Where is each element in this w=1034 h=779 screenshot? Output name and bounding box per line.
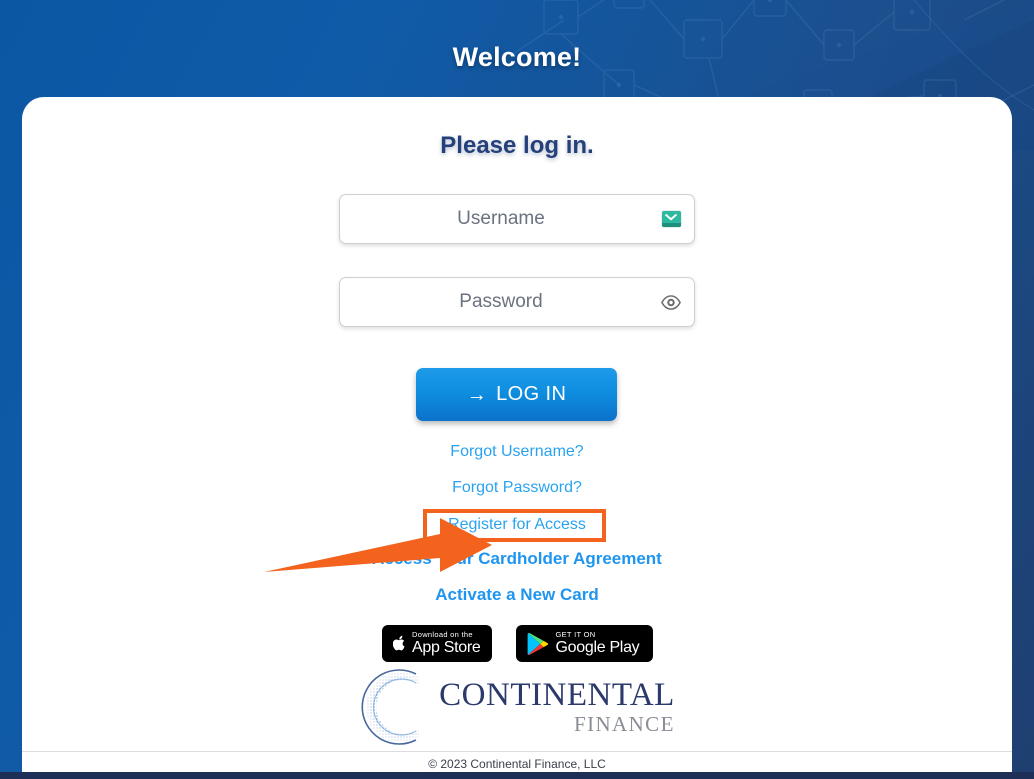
password-input[interactable]: [340, 278, 694, 326]
arrow-right-icon: →: [466, 383, 488, 406]
login-heading: Please log in.: [440, 132, 594, 159]
logo-company-subtitle: FINANCE: [574, 712, 675, 736]
autofill-chevron-icon: [665, 214, 677, 221]
bottom-accent-bar: [0, 772, 1034, 779]
login-page: Welcome! Please log in. Username → LOG I…: [0, 0, 1034, 779]
google-play-triangle-icon: [527, 632, 548, 655]
app-store-badge-top: Download on the: [412, 629, 473, 639]
copyright-text: © 2023 Continental Finance, LLC: [428, 757, 606, 771]
app-store-badges: Download on the App Store GET IT ON Goog…: [22, 625, 1012, 662]
login-button-label: LOG IN: [496, 383, 567, 405]
logo-company-name: CONTINENTAL: [439, 677, 675, 713]
username-input[interactable]: [340, 195, 694, 243]
forgot-username-link[interactable]: Forgot Username?: [22, 443, 1012, 461]
login-card: Please log in. Username → LOG IN Forgot …: [22, 97, 1012, 779]
cardholder-agreement-link[interactable]: Access Your Cardholder Agreement: [22, 549, 1012, 569]
register-for-access-link[interactable]: Register for Access: [22, 516, 1012, 534]
google-play-badge-top: GET IT ON: [555, 629, 596, 639]
continental-finance-logo: CONTINENTAL FINANCE: [22, 667, 1012, 747]
activate-card-link[interactable]: Activate a New Card: [22, 585, 1012, 605]
google-play-badge-main: Google Play: [555, 639, 640, 657]
forgot-password-link[interactable]: Forgot Password?: [22, 479, 1012, 497]
footer-divider: [22, 751, 1012, 752]
login-button[interactable]: → LOG IN: [416, 368, 617, 421]
page-header: Welcome!: [0, 0, 1034, 150]
google-play-badge[interactable]: GET IT ON Google Play: [515, 625, 653, 662]
app-store-badge[interactable]: Download on the App Store: [381, 625, 492, 662]
password-field-wrapper[interactable]: [339, 277, 695, 327]
globe-sphere-icon: [361, 669, 420, 745]
page-title: Welcome!: [452, 42, 582, 72]
apple-logo-icon: [392, 635, 405, 651]
autofill-envelope-icon[interactable]: [660, 208, 682, 230]
username-field-wrapper[interactable]: [339, 194, 695, 244]
eye-icon[interactable]: [660, 291, 682, 313]
app-store-badge-main: App Store: [412, 639, 481, 657]
